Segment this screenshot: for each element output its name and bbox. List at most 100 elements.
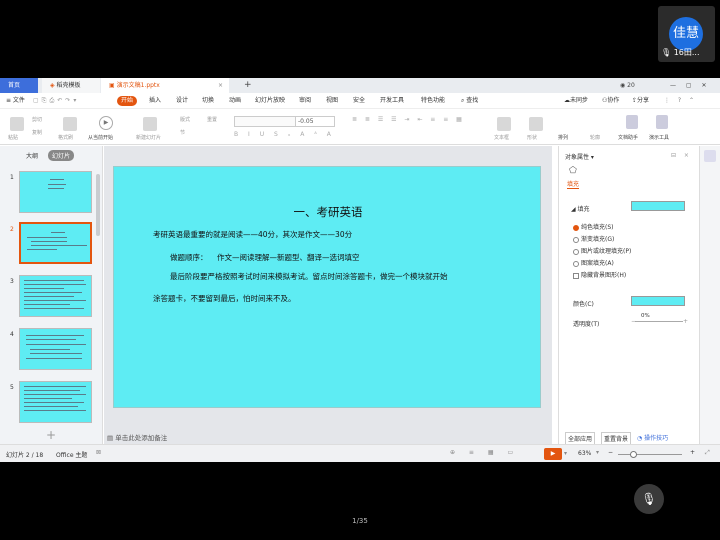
present-tool-icon[interactable] (656, 115, 668, 129)
picture-fill-option[interactable]: 图片或纹理填充(P) (573, 246, 631, 255)
slide-thumb-2[interactable] (19, 222, 92, 264)
shape-icon[interactable] (529, 117, 543, 131)
menu-file[interactable]: ≡ 文件 (6, 96, 25, 106)
text-format-icons[interactable]: B I U S ₓ A ᴬ A (234, 131, 384, 139)
notes-placeholder: 单击此处添加备注 (115, 434, 168, 442)
window-controls[interactable]: — ▢ ✕ (662, 78, 711, 93)
play-slideshow-button[interactable]: ▶ (544, 448, 562, 460)
text-box-icon[interactable] (497, 117, 511, 131)
notes-icon: ▤ (107, 434, 114, 442)
paste-icon[interactable] (10, 117, 24, 131)
slide-line-3[interactable]: 最后阶段要严格按照考试时间来模拟考试。留点时间涂答题卡，做完一个模块就开始 (170, 271, 448, 282)
menu-start[interactable]: 开始 (117, 96, 138, 106)
menu-view[interactable]: 视图 (326, 96, 338, 106)
share-button[interactable]: ⇪分享 (632, 96, 649, 106)
menu-search[interactable]: ⌕ 查找 (461, 96, 478, 106)
notes-area[interactable]: ▤ 单击此处添加备注 (107, 432, 167, 442)
tab-outline[interactable]: 大纲 (26, 151, 38, 160)
slide-canvas[interactable]: 一、考研英语 考研英语最重要的就是阅读——40分，其次是作文——30分 做题顺序… (113, 166, 541, 408)
solid-fill-option[interactable]: 纯色填充(S) (573, 222, 614, 231)
paragraph-icons[interactable]: ≣ ≣ ☰ ☰ ⇥ ⇤ ≡ ≡ ▦ (352, 116, 492, 124)
user-count: ◉ 20 (612, 78, 635, 93)
arrange-button[interactable]: 排列 (558, 134, 568, 141)
copy-button[interactable]: 复制 (32, 129, 42, 136)
zoom-slider-thumb[interactable] (630, 451, 637, 458)
menu-security[interactable]: 安全 (353, 96, 365, 106)
spell-icon[interactable]: ⊠ (96, 449, 101, 456)
tab-document[interactable]: ▣ 演示文稿1.pptx × (101, 78, 229, 93)
play-icon[interactable]: ▶ (99, 116, 113, 130)
menu-devtools[interactable]: 开发工具 (380, 96, 404, 106)
text-box-label: 文本框 (494, 135, 510, 141)
fill-color-select[interactable] (631, 201, 685, 211)
more-icons[interactable]: ⋮ ? ⌃ (664, 96, 697, 106)
menu-animation[interactable]: 动画 (229, 96, 241, 106)
tab-close-icon[interactable]: × (218, 78, 223, 93)
zoom-slider[interactable] (618, 454, 682, 455)
slide-thumb-3[interactable] (19, 275, 92, 317)
new-slide-icon[interactable] (143, 117, 157, 131)
slide-line-4[interactable]: 涂答题卡，不要留到最后，怕时间来不及。 (153, 293, 296, 304)
pane-controls[interactable]: ⊟ × (671, 152, 692, 159)
search-icon: ⌕ (461, 97, 465, 104)
sync-status[interactable]: ☁未同步 (564, 96, 588, 106)
fill-section-header[interactable]: ◢ 填充 (571, 204, 590, 213)
format-painter-icon[interactable] (63, 117, 77, 131)
cut-button[interactable]: 剪切 (32, 116, 42, 123)
section-button[interactable]: 节 (180, 129, 185, 136)
collab-button[interactable]: ⚇协作 (602, 96, 619, 106)
tips-label: 操作技巧 (644, 435, 669, 442)
mic-muted-button[interactable]: 🎙 (634, 484, 664, 514)
slide-thumb-1[interactable] (19, 171, 92, 213)
font-size-input[interactable]: -0.05 (295, 116, 335, 127)
transparency-slider[interactable] (635, 321, 683, 322)
tab-slides[interactable]: 幻灯片 (48, 150, 75, 161)
outline-button[interactable]: 轮廓 (590, 134, 600, 141)
play-from-current-button[interactable]: 从当前开始 (88, 134, 113, 141)
pattern-fill-option[interactable]: 图案填充(A) (573, 258, 614, 267)
menu-slideshow[interactable]: 幻灯片放映 (255, 96, 285, 106)
menu-design[interactable]: 设计 (176, 96, 188, 106)
menu-insert[interactable]: 插入 (149, 96, 161, 106)
bulb-icon: ◔ (637, 435, 643, 442)
participant-avatar: 佳慧 (669, 17, 703, 51)
ppt-icon: ▣ (109, 82, 115, 89)
menu-features[interactable]: 特色功能 (421, 96, 445, 106)
slide-thumb-5[interactable] (19, 381, 92, 423)
new-tab-button[interactable]: + (236, 78, 252, 93)
radio-icon (573, 248, 579, 255)
quick-access-icons[interactable]: ▢⎘⎙↶↷▾ (33, 96, 79, 106)
add-slide-button[interactable]: + (46, 428, 56, 442)
properties-icon[interactable] (704, 150, 716, 162)
menu-transition[interactable]: 切换 (202, 96, 214, 106)
tab-template[interactable]: ◈ 稻壳模板 (42, 78, 100, 93)
new-slide-label: 新建幻灯片 (136, 135, 162, 141)
zoom-out-button[interactable]: − (608, 449, 613, 456)
slide-line-2[interactable]: 做题顺序： 作文—阅读理解—新题型、翻译—选词填空 (170, 252, 360, 263)
thumbnail-scrollbar[interactable] (96, 174, 100, 236)
menu-search-label: 查找 (466, 97, 479, 104)
slide-thumb-4[interactable] (19, 328, 92, 370)
color-select[interactable] (631, 296, 685, 306)
zoom-in-button[interactable]: + (690, 449, 695, 456)
transparency-minus[interactable]: − (631, 318, 636, 325)
gradient-fill-option[interactable]: 渐变填充(G) (573, 234, 614, 243)
layout-button[interactable]: 版式 (180, 116, 190, 123)
reset-button[interactable]: 重置 (207, 116, 217, 123)
view-mode-icons[interactable]: ⊕ ≡ ▦ ▭ (450, 449, 519, 456)
doc-assistant-icon[interactable] (626, 115, 638, 129)
slide-line-1[interactable]: 考研英语最重要的就是阅读——40分，其次是作文——30分 (153, 229, 352, 240)
zoom-dropdown-icon[interactable]: ▾ (596, 449, 599, 456)
slide-title[interactable]: 一、考研英语 (114, 204, 542, 220)
fill-tab[interactable]: 填充 (567, 179, 580, 189)
sync-status-label: 未同步 (570, 97, 589, 104)
fill-tab-icon[interactable]: ⬠ (569, 166, 577, 176)
menu-review[interactable]: 审阅 (299, 96, 311, 106)
tab-home[interactable]: 首页 (0, 78, 38, 93)
pane-title[interactable]: 对象属性 ▾ (565, 152, 594, 161)
hide-bg-checkbox[interactable]: 隐藏背景图形(H) (573, 270, 626, 279)
fit-window-icon[interactable]: ⤢ (705, 449, 710, 457)
tips-link[interactable]: ◔ 操作技巧 (637, 433, 668, 442)
play-dropdown-icon[interactable]: ▾ (564, 450, 567, 457)
transparency-plus[interactable]: + (683, 318, 688, 325)
